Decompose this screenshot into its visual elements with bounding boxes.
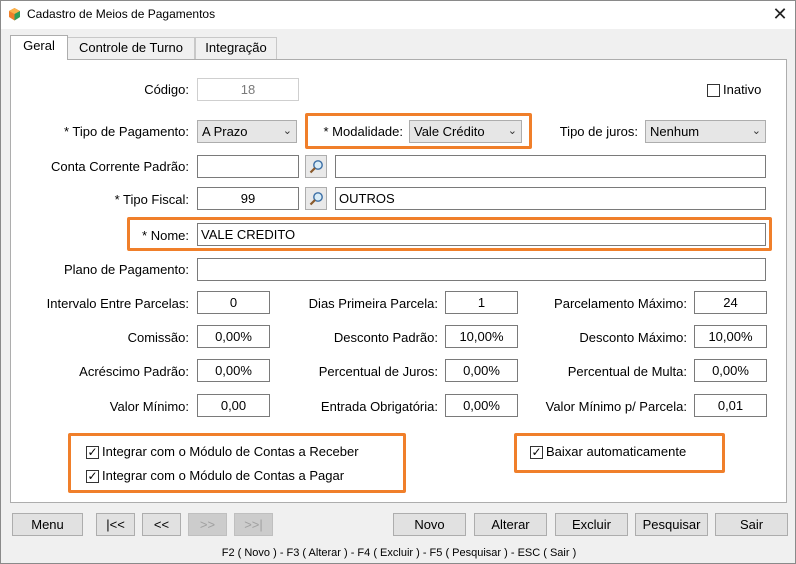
dias-primeira-parcela-input[interactable]: 1: [445, 291, 518, 314]
tipo-pagamento-value: A Prazo: [202, 124, 248, 139]
tab-controle-de-turno[interactable]: Controle de Turno: [67, 37, 195, 59]
chevron-down-icon: ⌄: [751, 125, 761, 137]
novo-button[interactable]: Novo: [393, 513, 466, 536]
tab-integracao[interactable]: Integração: [195, 37, 277, 59]
baixar-auto-checkbox[interactable]: ✓: [530, 446, 543, 459]
tipo-juros-label: Tipo de juros:: [559, 124, 638, 139]
alterar-button[interactable]: Alterar: [474, 513, 547, 536]
pesquisar-button[interactable]: Pesquisar: [635, 513, 708, 536]
tipo-pagamento-label: * Tipo de Pagamento:: [63, 124, 189, 139]
modalidade-label: * Modalidade:: [323, 124, 404, 139]
modalidade-value: Vale Crédito: [414, 124, 485, 139]
codigo-field[interactable]: 18: [197, 78, 299, 101]
excluir-button[interactable]: Excluir: [555, 513, 628, 536]
tipo-juros-select[interactable]: Nenhum ⌄: [645, 120, 766, 143]
first-record-button[interactable]: |<<: [96, 513, 135, 536]
entrada-obrigatoria-label: Entrada Obrigatória:: [320, 399, 438, 414]
payment-methods-window: Cadastro de Meios de Pagamentos ✕ Geral …: [0, 0, 796, 564]
percentual-multa-label: Percentual de Multa:: [567, 364, 687, 379]
conta-corrente-code-input[interactable]: [197, 155, 299, 178]
last-record-button[interactable]: >>|: [234, 513, 273, 536]
codigo-label: Código:: [144, 82, 189, 97]
integrar-pagar-label: Integrar com o Módulo de Contas a Pagar: [102, 468, 345, 483]
chevron-down-icon: ⌄: [507, 125, 517, 137]
tipo-fiscal-label: * Tipo Fiscal:: [114, 192, 189, 207]
search-icon: [309, 160, 323, 174]
desconto-padrao-label: Desconto Padrão:: [333, 330, 438, 345]
conta-corrente-description: [335, 155, 766, 178]
baixar-auto-label: Baixar automaticamente: [546, 444, 687, 459]
integrar-receber-checkbox[interactable]: ✓: [86, 446, 99, 459]
menu-button[interactable]: Menu: [12, 513, 83, 536]
modalidade-select[interactable]: Vale Crédito ⌄: [409, 120, 522, 143]
integrar-receber-label: Integrar com o Módulo de Contas a Recebe…: [102, 444, 359, 459]
app-logo-icon: [9, 8, 20, 21]
tipo-pagamento-select[interactable]: A Prazo ⌄: [197, 120, 297, 143]
title-bar: Cadastro de Meios de Pagamentos ✕: [1, 1, 795, 29]
valor-minimo-input[interactable]: 0,00: [197, 394, 270, 417]
inativo-label: Inativo: [723, 82, 762, 97]
previous-record-button[interactable]: <<: [142, 513, 181, 536]
desconto-padrao-input[interactable]: 10,00%: [445, 325, 518, 348]
intervalo-parcelas-input[interactable]: 0: [197, 291, 270, 314]
parcelamento-maximo-input[interactable]: 24: [694, 291, 767, 314]
desconto-maximo-label: Desconto Máximo:: [579, 330, 687, 345]
percentual-juros-label: Percentual de Juros:: [318, 364, 438, 379]
entrada-obrigatoria-input[interactable]: 0,00%: [445, 394, 518, 417]
nome-input[interactable]: VALE CREDITO: [197, 223, 766, 246]
tipo-fiscal-code-input[interactable]: 99: [197, 187, 299, 210]
next-record-button[interactable]: >>: [188, 513, 227, 536]
sair-button[interactable]: Sair: [715, 513, 788, 536]
plano-pagamento-label: Plano de Pagamento:: [63, 262, 189, 277]
plano-pagamento-input[interactable]: [197, 258, 766, 281]
percentual-juros-input[interactable]: 0,00%: [445, 359, 518, 382]
integrar-pagar-checkbox[interactable]: ✓: [86, 470, 99, 483]
tipo-fiscal-description: OUTROS: [335, 187, 766, 210]
integracao-highlight: [68, 433, 406, 493]
comissao-label: Comissão:: [127, 330, 189, 345]
search-icon: [309, 192, 323, 206]
valor-minimo-label: Valor Mínimo:: [109, 399, 189, 414]
comissao-input[interactable]: 0,00%: [197, 325, 270, 348]
nome-label: * Nome:: [142, 228, 189, 243]
dias-primeira-parcela-label: Dias Primeira Parcela:: [308, 296, 438, 311]
parcelamento-maximo-label: Parcelamento Máximo:: [554, 296, 687, 311]
valor-minimo-parcela-label: Valor Mínimo p/ Parcela:: [545, 399, 687, 414]
keyboard-shortcuts-hint: F2 ( Novo ) - F3 ( Alterar ) - F4 ( Excl…: [221, 547, 577, 559]
conta-corrente-search-button[interactable]: [305, 155, 327, 178]
percentual-multa-input[interactable]: 0,00%: [694, 359, 767, 382]
close-icon[interactable]: ✕: [765, 3, 795, 27]
acrescimo-padrao-input[interactable]: 0,00%: [197, 359, 270, 382]
tab-geral[interactable]: Geral: [10, 35, 68, 60]
tipo-juros-value: Nenhum: [650, 124, 700, 139]
acrescimo-padrao-label: Acréscimo Padrão:: [79, 364, 189, 379]
desconto-maximo-input[interactable]: 10,00%: [694, 325, 767, 348]
tipo-fiscal-search-button[interactable]: [305, 187, 327, 210]
window-title: Cadastro de Meios de Pagamentos: [27, 7, 216, 21]
chevron-down-icon: ⌄: [282, 125, 292, 137]
valor-minimo-parcela-input[interactable]: 0,01: [694, 394, 767, 417]
inativo-checkbox[interactable]: [707, 84, 720, 97]
intervalo-parcelas-label: Intervalo Entre Parcelas:: [46, 296, 189, 311]
conta-corrente-label: Conta Corrente Padrão:: [50, 159, 189, 174]
